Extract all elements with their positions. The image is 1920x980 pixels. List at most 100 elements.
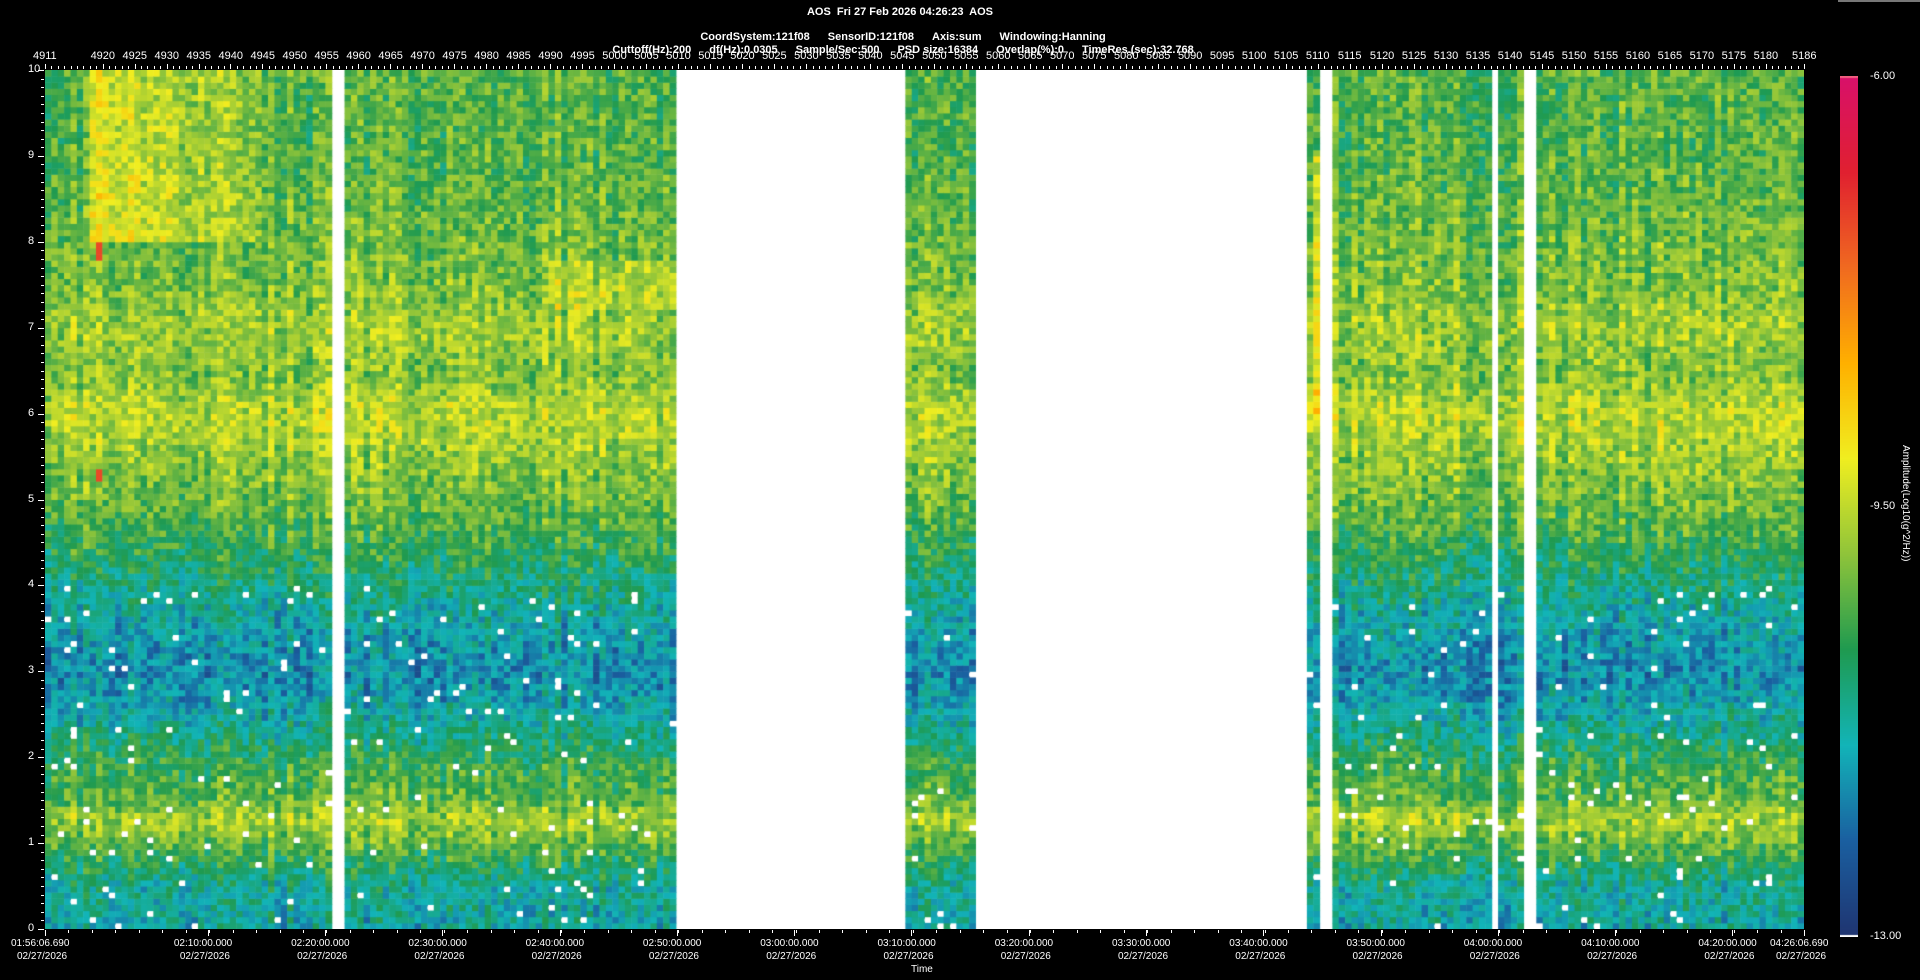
top-minor-tick — [1631, 66, 1633, 69]
x-tick-time: 03:20:00.000 — [994, 938, 1054, 949]
top-tick-label: 5080 — [1113, 50, 1139, 62]
top-minor-tick — [275, 66, 277, 69]
x-tick-time: 03:00:00.000 — [760, 938, 819, 949]
top-tick-label: 5150 — [1561, 50, 1587, 62]
top-minor-tick — [1503, 66, 1505, 69]
y-minor-tick — [41, 722, 44, 724]
top-minor-tick — [1522, 66, 1524, 69]
y-tick — [38, 843, 44, 845]
x-minor-tick — [584, 930, 586, 933]
top-tick-label: 4911 — [33, 50, 57, 62]
top-minor-tick — [281, 66, 283, 69]
y-minor-tick — [41, 920, 44, 922]
colorbar-label: Amplitude(Log10(g^2/Hz)) — [1900, 445, 1911, 562]
top-minor-tick — [1458, 66, 1460, 69]
top-minor-tick — [691, 66, 693, 69]
y-minor-tick — [41, 405, 44, 406]
x-minor-tick — [1030, 930, 1032, 933]
top-minor-tick — [1714, 66, 1716, 69]
y-minor-tick — [41, 791, 44, 793]
top-minor-tick — [1196, 66, 1198, 69]
x-minor-tick — [1452, 930, 1454, 933]
top-minor-tick — [1298, 66, 1300, 69]
y-tick — [38, 585, 44, 587]
y-minor-tick — [41, 164, 44, 166]
y-tick-label: 4 — [28, 578, 35, 591]
y-minor-tick — [41, 602, 44, 604]
y-minor-tick — [41, 800, 44, 802]
y-minor-tick — [41, 911, 44, 913]
top-tick-label: 4920 — [90, 50, 116, 62]
top-minor-tick — [1688, 66, 1690, 69]
top-minor-tick — [780, 66, 782, 69]
x-tick-date: 02/27/2026 — [531, 951, 582, 962]
x-minor-tick — [209, 930, 211, 933]
x-minor-tick — [1381, 930, 1383, 933]
top-minor-tick — [83, 66, 85, 69]
y-minor-tick — [41, 645, 44, 647]
x-minor-tick — [1170, 930, 1172, 933]
top-minor-tick — [889, 66, 891, 69]
y-minor-tick — [41, 87, 44, 89]
x-minor-tick — [1475, 930, 1477, 933]
y-minor-tick — [41, 740, 44, 742]
top-minor-tick — [1701, 66, 1703, 69]
top-minor-tick — [1573, 66, 1575, 69]
spectrogram-plot[interactable] — [45, 70, 1804, 929]
top-minor-tick — [1560, 66, 1562, 69]
top-minor-tick — [492, 66, 494, 69]
top-minor-tick — [716, 66, 718, 69]
y-tick-label: 7 — [28, 320, 35, 333]
top-minor-tick — [1004, 66, 1006, 69]
top-minor-tick — [45, 66, 46, 69]
x-tick-time: 04:00:00.000 — [1463, 938, 1523, 949]
top-minor-tick — [1305, 66, 1307, 69]
top-minor-tick — [1490, 66, 1492, 69]
top-minor-tick — [1279, 66, 1281, 69]
x-minor-tick — [1147, 930, 1149, 933]
x-minor-tick — [1569, 930, 1571, 933]
top-minor-tick — [460, 66, 462, 69]
top-minor-tick — [1234, 66, 1236, 69]
top-minor-tick — [1394, 66, 1396, 69]
top-minor-tick — [390, 66, 392, 69]
x-minor-tick — [185, 930, 187, 933]
y-minor-tick — [41, 903, 44, 905]
top-minor-tick — [684, 66, 686, 69]
top-minor-tick — [352, 66, 354, 69]
spectrogram-heatmap[interactable] — [45, 70, 1804, 929]
top-minor-tick — [921, 66, 923, 69]
top-minor-tick — [1253, 66, 1255, 69]
y-minor-tick — [41, 267, 44, 269]
top-minor-tick — [1765, 66, 1767, 69]
top-tick-label: 5160 — [1625, 50, 1651, 62]
x-tick-time: 04:20:00.000 — [1698, 938, 1757, 949]
top-tick-label: 5100 — [1241, 50, 1267, 62]
top-minor-tick — [1618, 66, 1620, 69]
top-minor-tick — [1285, 66, 1287, 69]
x-minor-tick — [1217, 930, 1219, 933]
top-minor-tick — [1509, 66, 1511, 69]
y-minor-tick — [41, 181, 44, 183]
chart-title: AOS Fri 27 Feb 2026 04:26:23 AOS — [806, 6, 994, 18]
top-minor-tick — [249, 66, 251, 69]
top-minor-tick — [646, 66, 648, 69]
x-minor-tick — [1311, 930, 1313, 933]
y-minor-tick — [41, 654, 44, 656]
top-minor-tick — [1452, 66, 1454, 69]
top-minor-tick — [384, 66, 385, 69]
y-minor-tick — [41, 576, 44, 578]
x-tick-time: 04:10:00.000 — [1581, 938, 1640, 949]
top-minor-tick — [1420, 66, 1422, 69]
x-minor-tick — [1663, 930, 1665, 933]
top-minor-tick — [1650, 66, 1652, 69]
x-minor-tick — [1428, 930, 1430, 933]
top-minor-tick — [1720, 66, 1722, 69]
x-minor-tick — [514, 930, 516, 933]
top-minor-tick — [1375, 66, 1377, 69]
top-minor-tick — [1221, 66, 1223, 69]
top-minor-tick — [550, 66, 552, 69]
top-minor-tick — [665, 66, 667, 69]
top-minor-tick — [108, 66, 110, 69]
top-minor-tick — [1349, 66, 1351, 69]
